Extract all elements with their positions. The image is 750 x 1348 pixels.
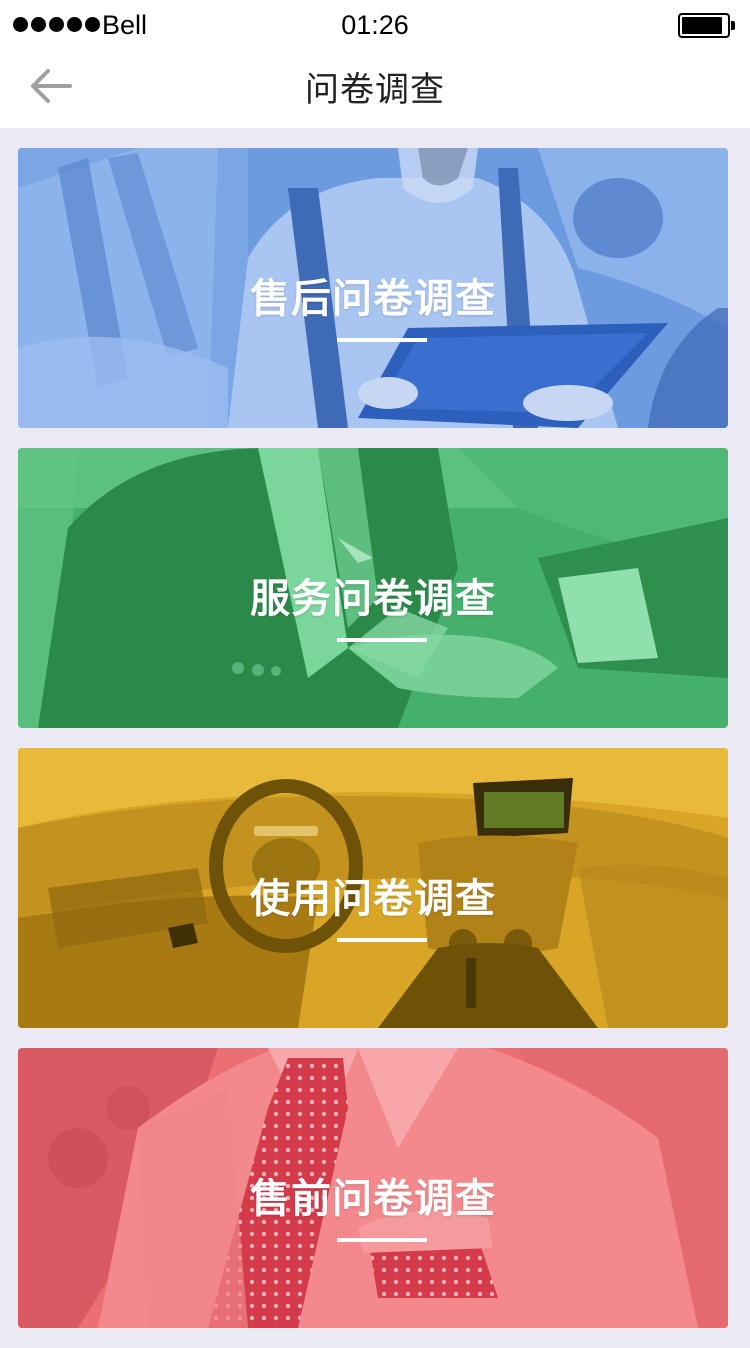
survey-card-service[interactable]: 服务问卷调查 (18, 448, 728, 728)
survey-card-usage[interactable]: 使用问卷调查 (18, 748, 728, 1028)
title-underline (337, 1238, 427, 1242)
status-bar: Bell 01:26 (0, 0, 750, 52)
title-underline (337, 338, 427, 342)
card-title: 售前问卷调查 (250, 1176, 496, 1222)
page-title: 问卷调查 (305, 70, 445, 110)
card-title: 服务问卷调查 (250, 576, 496, 622)
title-underline (337, 638, 427, 642)
card-title: 使用问卷调查 (250, 876, 496, 922)
status-time: 01:26 (341, 10, 409, 40)
title-underline (337, 938, 427, 942)
navigation-bar: 问卷调查 (0, 52, 750, 128)
survey-card-after-sales[interactable]: 售后问卷调查 (18, 148, 728, 428)
battery-icon (678, 13, 735, 38)
card-title: 售后问卷调查 (250, 276, 496, 322)
survey-card-pre-sales[interactable]: 售前问卷调查 (18, 1048, 728, 1328)
survey-list: 售后问卷调查 服务问卷调查 使用问卷调查 售前问卷调查 (18, 148, 728, 1348)
